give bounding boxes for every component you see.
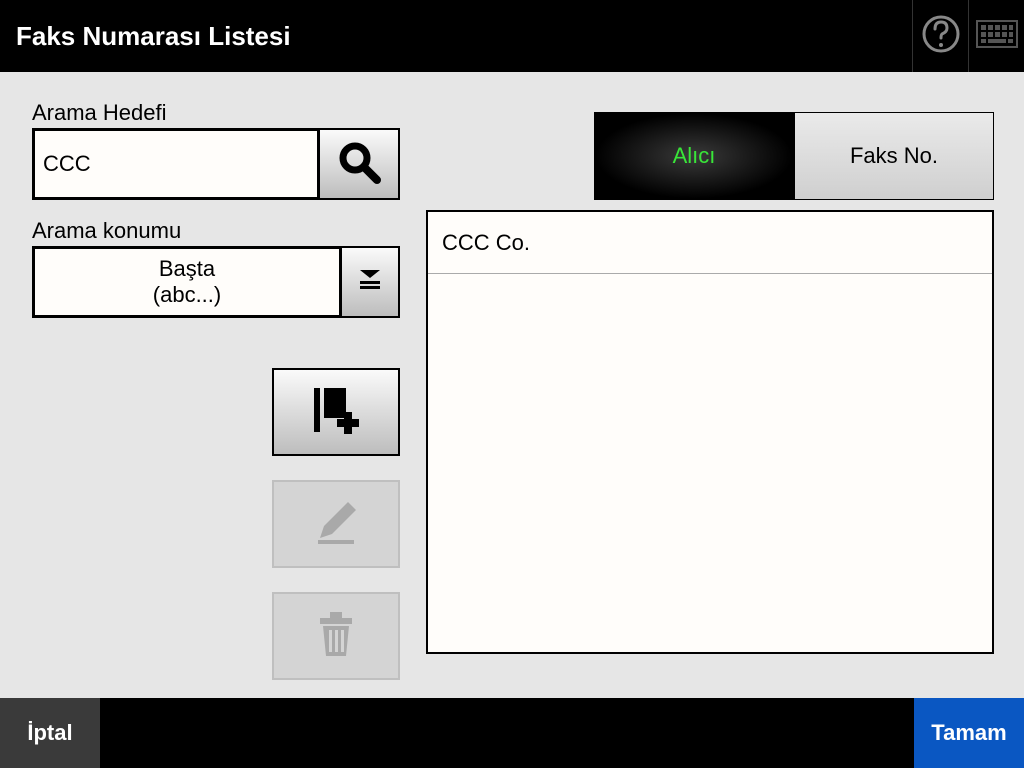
tab-recipient[interactable]: Alıcı — [594, 112, 794, 200]
delete-entry-button — [272, 592, 400, 680]
trash-icon — [316, 612, 356, 661]
page-title: Faks Numarası Listesi — [16, 21, 291, 52]
search-icon — [335, 138, 383, 191]
list-item-label: CCC Co. — [442, 230, 530, 256]
edit-entry-button — [272, 480, 400, 568]
search-target-label: Arama Hedefi — [32, 100, 167, 126]
edit-icon — [312, 498, 360, 551]
keyboard-button[interactable] — [968, 0, 1024, 72]
main-area: Arama Hedefi CCC Arama konumu Başta (abc… — [0, 72, 1024, 698]
search-button[interactable] — [320, 128, 400, 200]
search-location-label: Arama konumu — [32, 218, 181, 244]
tab-faxno-label: Faks No. — [850, 143, 938, 169]
tab-faxno[interactable]: Faks No. — [794, 112, 994, 200]
dropdown-icon — [356, 268, 384, 297]
search-input[interactable]: CCC — [32, 128, 320, 200]
search-location-value-line1: Başta — [159, 256, 215, 282]
tab-recipient-label: Alıcı — [673, 143, 716, 169]
add-entry-button[interactable] — [272, 368, 400, 456]
cancel-button[interactable]: İptal — [0, 698, 100, 768]
list-item[interactable]: CCC Co. — [428, 212, 992, 274]
cancel-button-label: İptal — [27, 720, 72, 746]
help-icon — [921, 14, 961, 59]
search-location-select[interactable]: Başta (abc...) — [32, 246, 342, 318]
results-list: CCC Co. — [426, 210, 994, 654]
title-bar: Faks Numarası Listesi — [0, 0, 1024, 72]
footer-bar: İptal Tamam — [0, 698, 1024, 768]
ok-button-label: Tamam — [931, 720, 1006, 746]
search-input-value: CCC — [43, 151, 91, 177]
help-button[interactable] — [912, 0, 968, 72]
ok-button[interactable]: Tamam — [914, 698, 1024, 768]
search-location-value-line2: (abc...) — [153, 282, 221, 308]
keyboard-icon — [976, 20, 1018, 53]
add-entry-icon — [308, 384, 364, 441]
search-location-dropdown-button[interactable] — [342, 246, 400, 318]
